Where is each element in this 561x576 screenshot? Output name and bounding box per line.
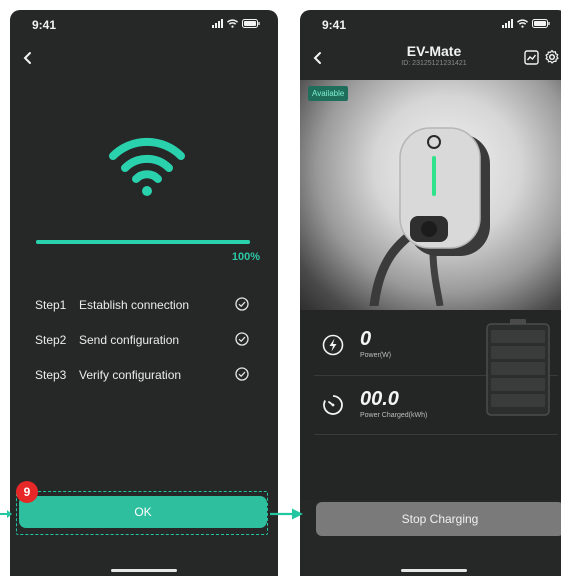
battery-status-icon: [242, 19, 260, 28]
charger-dashboard-screen: 9:41 EV-Mate ID: 23125121231421 Availabl…: [300, 10, 561, 576]
chart-icon[interactable]: [524, 50, 539, 65]
flow-arrow-icon: [270, 508, 303, 520]
gear-icon[interactable]: [544, 49, 560, 65]
wifi-status-icon: [227, 19, 238, 28]
stat-divider: [314, 434, 558, 435]
step-number: Step2: [35, 333, 67, 347]
lightning-icon: [322, 334, 344, 356]
power-label: Power(W): [360, 352, 392, 359]
back-chevron-icon[interactable]: [20, 50, 36, 66]
ok-highlight-box: [16, 491, 268, 535]
timer-icon: [323, 395, 343, 415]
step-text: Establish connection: [79, 298, 190, 312]
progress-percent: 100%: [231, 251, 260, 263]
ev-charger-image: [369, 127, 490, 306]
progress-bar: [36, 240, 250, 244]
arrow-right-icon: [0, 510, 12, 518]
check-circle-icon: [235, 367, 249, 381]
step-list: Step1 Establish connection Step2 Send co…: [35, 297, 249, 403]
status-icons: [212, 19, 260, 28]
power-value: 0: [360, 328, 372, 350]
power-stat: 0 Power(W): [300, 328, 484, 392]
status-time: 9:41: [322, 18, 347, 32]
signal-icon: [502, 19, 513, 28]
home-indicator: [111, 569, 177, 572]
step-number: Step1: [35, 298, 67, 312]
step-row: Step2 Send configuration: [35, 332, 249, 368]
battery-level-icon: [486, 319, 550, 416]
check-circle-icon: [235, 332, 249, 346]
step-text: Send configuration: [79, 333, 180, 347]
device-header: EV-Mate ID: 23125121231421: [300, 43, 561, 67]
check-circle-icon: [235, 297, 249, 311]
wifi-icon: [109, 137, 185, 196]
charged-stat: 00.0 Power Charged(kWh): [300, 388, 484, 452]
charged-value: 00.0: [360, 388, 399, 410]
signal-icon: [212, 19, 223, 28]
step-row: Step1 Establish connection: [35, 297, 249, 333]
battery-status-icon: [532, 19, 550, 28]
step-text: Verify configuration: [79, 368, 182, 382]
wifi-status-icon: [517, 19, 528, 28]
step-row: Step3 Verify configuration: [35, 367, 249, 403]
step-number: Step3: [35, 368, 67, 382]
device-id: ID: 23125121231421: [401, 60, 467, 67]
status-icons: [502, 19, 550, 28]
status-bar: 9:41: [300, 10, 561, 36]
progress-fill: [36, 240, 250, 244]
stop-charging-button[interactable]: Stop Charging: [316, 502, 561, 536]
home-indicator: [401, 569, 467, 572]
status-bar: 9:41: [10, 10, 278, 36]
status-time: 9:41: [32, 18, 57, 32]
charged-label: Power Charged(kWh): [360, 412, 428, 419]
status-badge: Available: [308, 86, 349, 101]
device-title: EV-Mate: [406, 43, 462, 59]
step-badge: 9: [16, 481, 38, 503]
